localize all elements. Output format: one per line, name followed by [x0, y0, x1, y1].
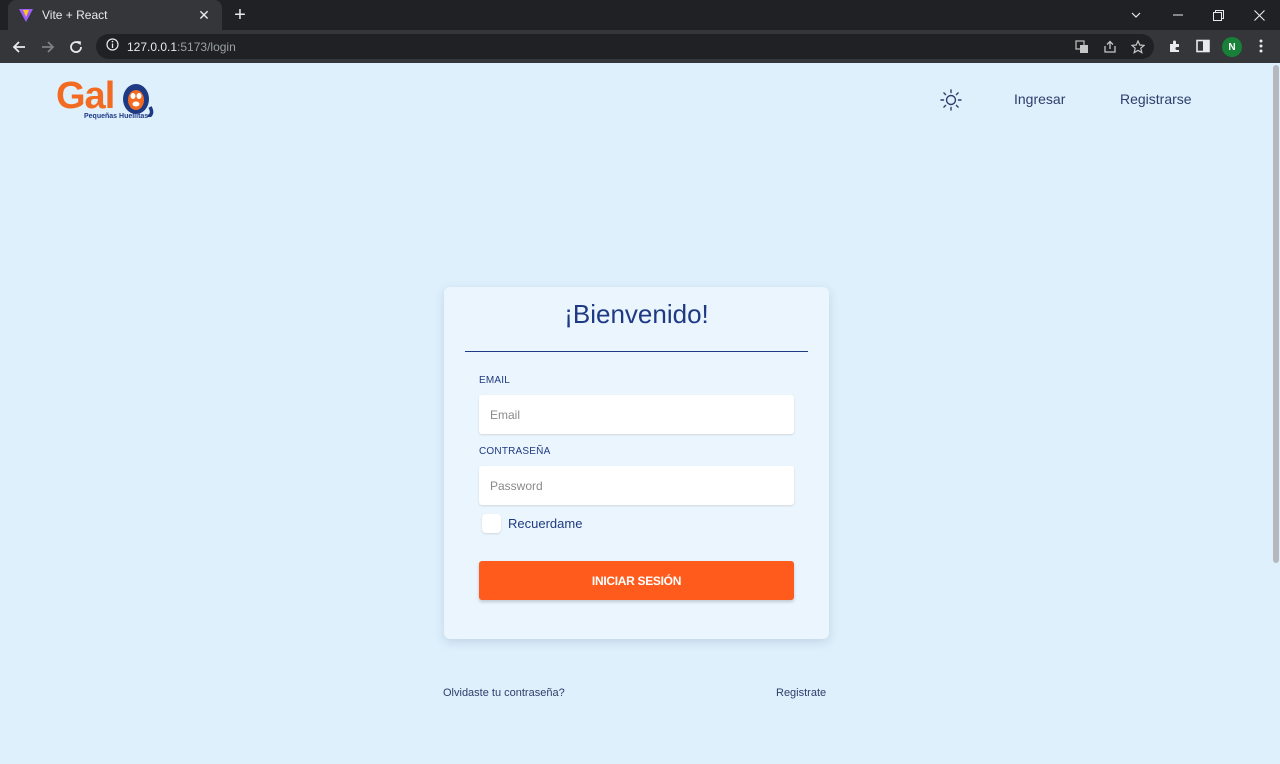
- browser-toolbar: 127.0.0.1 :5173/login N: [0, 30, 1280, 63]
- login-title: ¡Bienvenido!: [564, 299, 709, 329]
- info-icon[interactable]: [106, 37, 119, 56]
- email-input[interactable]: [479, 395, 794, 434]
- dog-face-logo-icon: [123, 84, 154, 117]
- page-viewport: Gal Pequeñas Huellitas Ingresar Registra…: [0, 63, 1280, 764]
- reload-icon[interactable]: [65, 36, 87, 58]
- title-divider: [465, 351, 808, 352]
- nav-login-link[interactable]: Ingresar: [1014, 91, 1065, 107]
- url-path: :5173/login: [177, 39, 236, 54]
- close-tab-icon[interactable]: ✕: [196, 7, 212, 23]
- logo-wordmark: Gal: [56, 75, 115, 117]
- forgot-password-link[interactable]: Olvidaste tu contraseña?: [443, 687, 565, 699]
- email-label: EMAIL: [479, 375, 511, 386]
- password-label: CONTRASEÑA: [479, 446, 551, 457]
- new-tab-icon[interactable]: +: [230, 5, 250, 25]
- profile-avatar[interactable]: N: [1222, 37, 1242, 57]
- login-card: ¡Bienvenido! EMAIL CONTRASEÑA Recuerdame…: [444, 287, 829, 639]
- register-link[interactable]: Registrate: [776, 687, 826, 699]
- side-panel-icon[interactable]: [1193, 36, 1213, 56]
- logo-tagline: Pequeñas Huellitas: [84, 113, 149, 120]
- galo-logo[interactable]: Gal Pequeñas Huellitas: [56, 75, 166, 127]
- restore-icon[interactable]: [1207, 4, 1229, 26]
- translate-icon[interactable]: [1074, 39, 1090, 55]
- browser-tab-bar: Vite + React ✕ +: [0, 0, 1280, 30]
- login-submit-button[interactable]: INICIAR SESIÓN: [479, 561, 794, 600]
- vite-icon: [18, 7, 34, 23]
- tab-title: Vite + React: [42, 8, 108, 22]
- sun-icon[interactable]: [939, 88, 963, 112]
- scrollbar-thumb[interactable]: [1273, 65, 1279, 563]
- url-host: 127.0.0.1: [127, 39, 178, 54]
- close-window-icon[interactable]: [1248, 4, 1270, 26]
- vertical-scrollbar[interactable]: [1271, 63, 1280, 764]
- forward-arrow-icon[interactable]: [37, 36, 59, 58]
- nav-register-link[interactable]: Registrarse: [1120, 91, 1192, 107]
- address-bar[interactable]: 127.0.0.1 :5173/login: [96, 34, 1154, 59]
- back-arrow-icon[interactable]: [8, 36, 30, 58]
- share-icon[interactable]: [1102, 39, 1118, 55]
- chevron-down-icon[interactable]: [1125, 4, 1147, 26]
- remember-me-checkbox[interactable]: [482, 514, 501, 533]
- bookmark-star-icon[interactable]: [1130, 39, 1146, 55]
- more-menu-icon[interactable]: [1251, 36, 1271, 56]
- remember-me-row[interactable]: Recuerdame: [482, 514, 582, 533]
- password-input[interactable]: [479, 466, 794, 505]
- remember-me-label[interactable]: Recuerdame: [508, 516, 582, 531]
- extensions-icon[interactable]: [1165, 36, 1185, 56]
- minimize-icon[interactable]: [1167, 4, 1189, 26]
- browser-tab[interactable]: Vite + React ✕: [8, 0, 222, 30]
